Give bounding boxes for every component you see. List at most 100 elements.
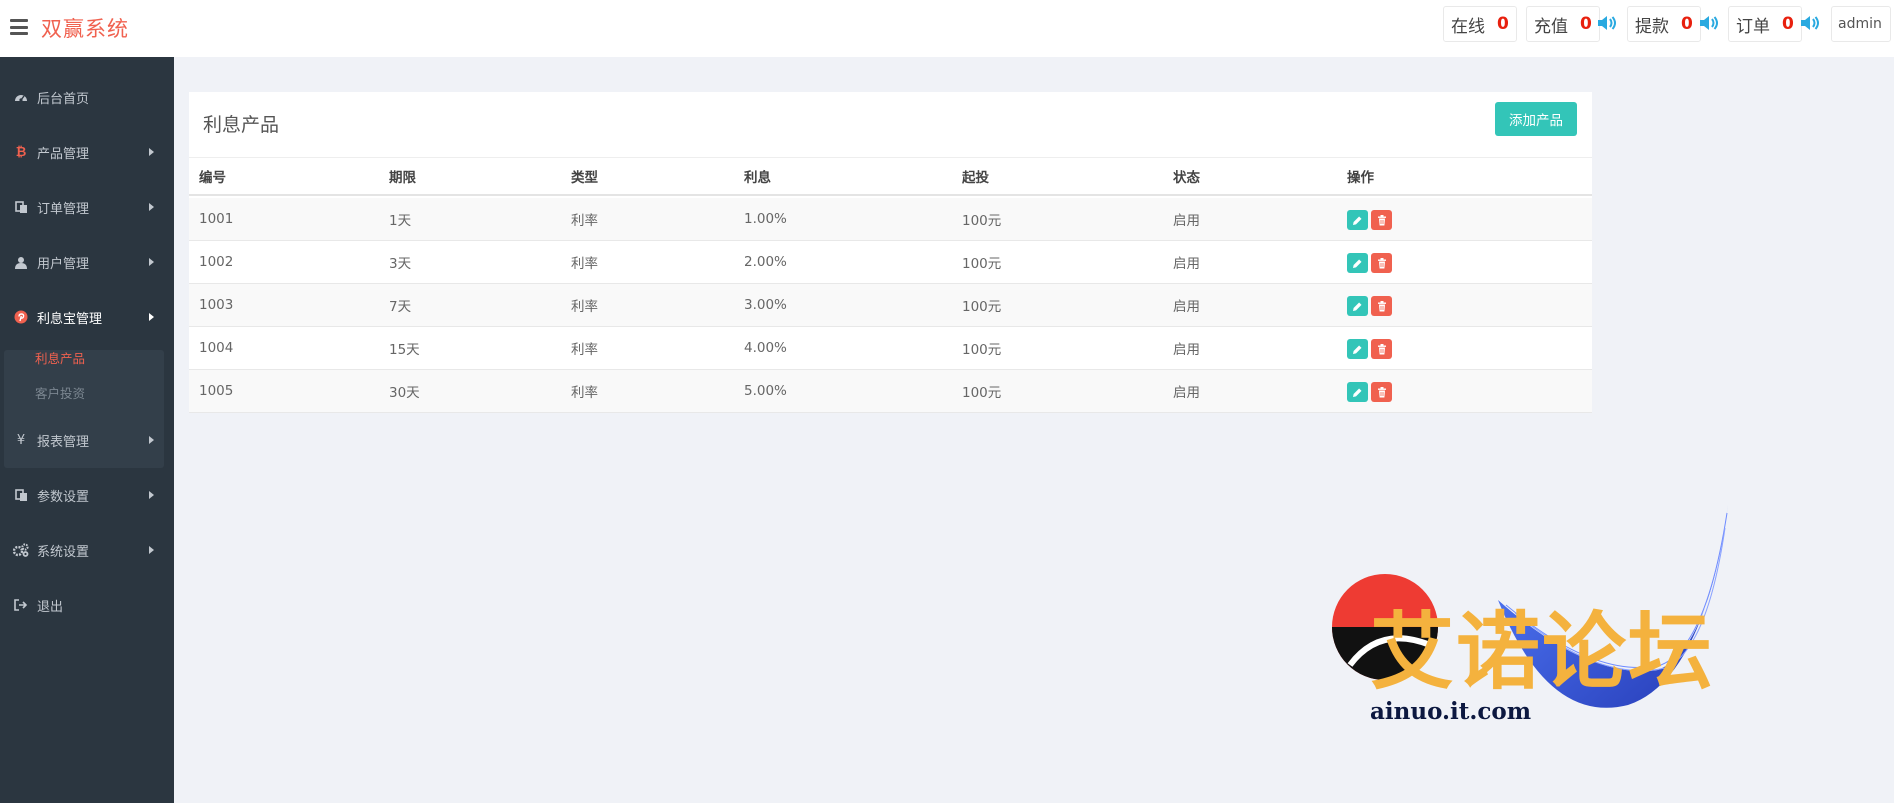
chevron-right-icon — [149, 436, 154, 444]
pencil-icon — [1353, 259, 1362, 268]
sidebar-item-users[interactable]: 用户管理 — [0, 237, 174, 287]
top-header: 双赢系统 在线 0 充值 0 提款 0 订单 0 admin — [0, 0, 1894, 57]
copy-icon — [13, 199, 29, 215]
dashboard-icon — [13, 89, 29, 105]
chevron-right-icon — [149, 313, 154, 321]
copy-icon — [13, 487, 29, 503]
sidebar-subitem-interest-products[interactable]: 利息产品 — [35, 348, 85, 367]
delete-button[interactable] — [1371, 210, 1392, 230]
sidebar-item-label: 退出 — [37, 599, 64, 615]
page-title: 利息产品 — [203, 114, 280, 136]
pencil-icon — [1353, 345, 1362, 354]
column-header[interactable]: 起投 — [962, 158, 989, 194]
sidebar-item-products[interactable]: ₿ 产品管理 — [0, 127, 174, 177]
interest-products-panel: 利息产品 添加产品 编号 期限 类型 利息 起投 状态 操作 1001 1天 利率 1… — [189, 92, 1592, 413]
watermark-logo: 艾诺论坛 ainuo.it.com — [1310, 505, 1780, 765]
sidebar-item-reports[interactable]: ¥ 报表管理 — [0, 415, 174, 465]
edit-button[interactable] — [1347, 253, 1368, 273]
stat-withdraw-value: 0 — [1681, 14, 1693, 34]
trash-icon — [1377, 343, 1386, 354]
cell-status: 启用 — [1173, 256, 1200, 272]
delete-button[interactable] — [1371, 382, 1392, 402]
trash-icon — [1377, 257, 1386, 268]
pencil-icon — [1353, 388, 1362, 397]
cell-status: 启用 — [1173, 385, 1200, 401]
stat-recharge[interactable]: 充值 0 — [1526, 6, 1600, 42]
stat-orders[interactable]: 订单 0 — [1728, 6, 1802, 42]
edit-button[interactable] — [1347, 339, 1368, 359]
cell-type: 利率 — [571, 385, 598, 401]
column-header[interactable]: 利息 — [744, 158, 771, 194]
cell-rate: 2.00% — [744, 254, 787, 270]
speaker-icon[interactable] — [1699, 14, 1719, 32]
table-header: 编号 期限 类型 利息 起投 状态 操作 — [189, 157, 1592, 196]
pencil-icon — [1353, 302, 1362, 311]
cell-min: 100元 — [962, 213, 1002, 229]
column-header[interactable]: 期限 — [389, 158, 416, 194]
sidebar-item-interest[interactable]: 利息宝管理 — [0, 292, 174, 342]
trash-icon — [1377, 300, 1386, 311]
cell-id: 1001 — [199, 211, 234, 227]
sidebar-item-params[interactable]: 参数设置 — [0, 470, 174, 520]
table-row: 1002 3天 利率 2.00% 100元 启用 — [189, 241, 1592, 284]
chevron-right-icon — [149, 148, 154, 156]
sidebar-item-label: 报表管理 — [37, 434, 90, 450]
user-icon — [13, 254, 29, 270]
column-header[interactable]: 编号 — [199, 158, 226, 194]
menu-toggle-icon[interactable] — [10, 19, 28, 35]
watermark-text: 艾诺论坛 — [1370, 603, 1715, 701]
stat-orders-value: 0 — [1782, 14, 1794, 34]
cell-min: 100元 — [962, 342, 1002, 358]
speaker-icon[interactable] — [1597, 14, 1617, 32]
cogs-icon — [13, 542, 29, 558]
cell-type: 利率 — [571, 256, 598, 272]
pencil-icon — [1353, 216, 1362, 225]
edit-button[interactable] — [1347, 210, 1368, 230]
bitcoin-icon: ₿ — [15, 145, 27, 160]
sidebar-item-system[interactable]: 系统设置 — [0, 525, 174, 575]
column-header[interactable]: 类型 — [571, 158, 598, 194]
delete-button[interactable] — [1371, 296, 1392, 316]
stat-recharge-label: 充值 — [1534, 16, 1568, 37]
sidebar-item-dashboard[interactable]: 后台首页 — [0, 72, 174, 122]
cell-rate: 4.00% — [744, 340, 787, 356]
sidebar-item-label: 利息宝管理 — [37, 311, 103, 327]
sidebar-item-label: 用户管理 — [37, 256, 90, 272]
sidebar-item-label: 系统设置 — [37, 544, 90, 560]
cell-term: 3天 — [389, 256, 412, 272]
cell-id: 1002 — [199, 254, 234, 270]
table-row: 1003 7天 利率 3.00% 100元 启用 — [189, 284, 1592, 327]
sidebar-item-logout[interactable]: 退出 — [0, 580, 174, 630]
stat-withdraw[interactable]: 提款 0 — [1627, 6, 1701, 42]
chevron-right-icon — [149, 491, 154, 499]
stat-online-value: 0 — [1497, 14, 1509, 34]
cell-rate: 3.00% — [744, 297, 787, 313]
admin-user-menu[interactable]: admin — [1831, 6, 1891, 42]
table-row: 1004 15天 利率 4.00% 100元 启用 — [189, 327, 1592, 370]
cell-id: 1004 — [199, 340, 234, 356]
trash-icon — [1377, 214, 1386, 225]
sidebar-subitem-customer-invest[interactable]: 客户投资 — [35, 383, 85, 402]
cell-term: 7天 — [389, 299, 412, 315]
stat-online-label: 在线 — [1451, 16, 1485, 37]
cell-rate: 1.00% — [744, 211, 787, 227]
stat-withdraw-label: 提款 — [1635, 16, 1669, 37]
column-header: 操作 — [1347, 170, 1374, 186]
column-header[interactable]: 状态 — [1173, 158, 1200, 194]
stat-online[interactable]: 在线 0 — [1443, 6, 1517, 42]
brand-title[interactable]: 双赢系统 — [41, 13, 129, 43]
sign-out-icon — [13, 597, 29, 613]
delete-button[interactable] — [1371, 339, 1392, 359]
cell-type: 利率 — [571, 213, 598, 229]
cell-id: 1005 — [199, 383, 234, 399]
edit-button[interactable] — [1347, 296, 1368, 316]
chevron-right-icon — [149, 258, 154, 266]
cell-min: 100元 — [962, 385, 1002, 401]
pinterest-icon — [13, 309, 29, 325]
delete-button[interactable] — [1371, 253, 1392, 273]
add-product-button[interactable]: 添加产品 — [1495, 102, 1577, 136]
table-row: 1005 30天 利率 5.00% 100元 启用 — [189, 370, 1592, 413]
edit-button[interactable] — [1347, 382, 1368, 402]
speaker-icon[interactable] — [1800, 14, 1820, 32]
sidebar-item-orders[interactable]: 订单管理 — [0, 182, 174, 232]
